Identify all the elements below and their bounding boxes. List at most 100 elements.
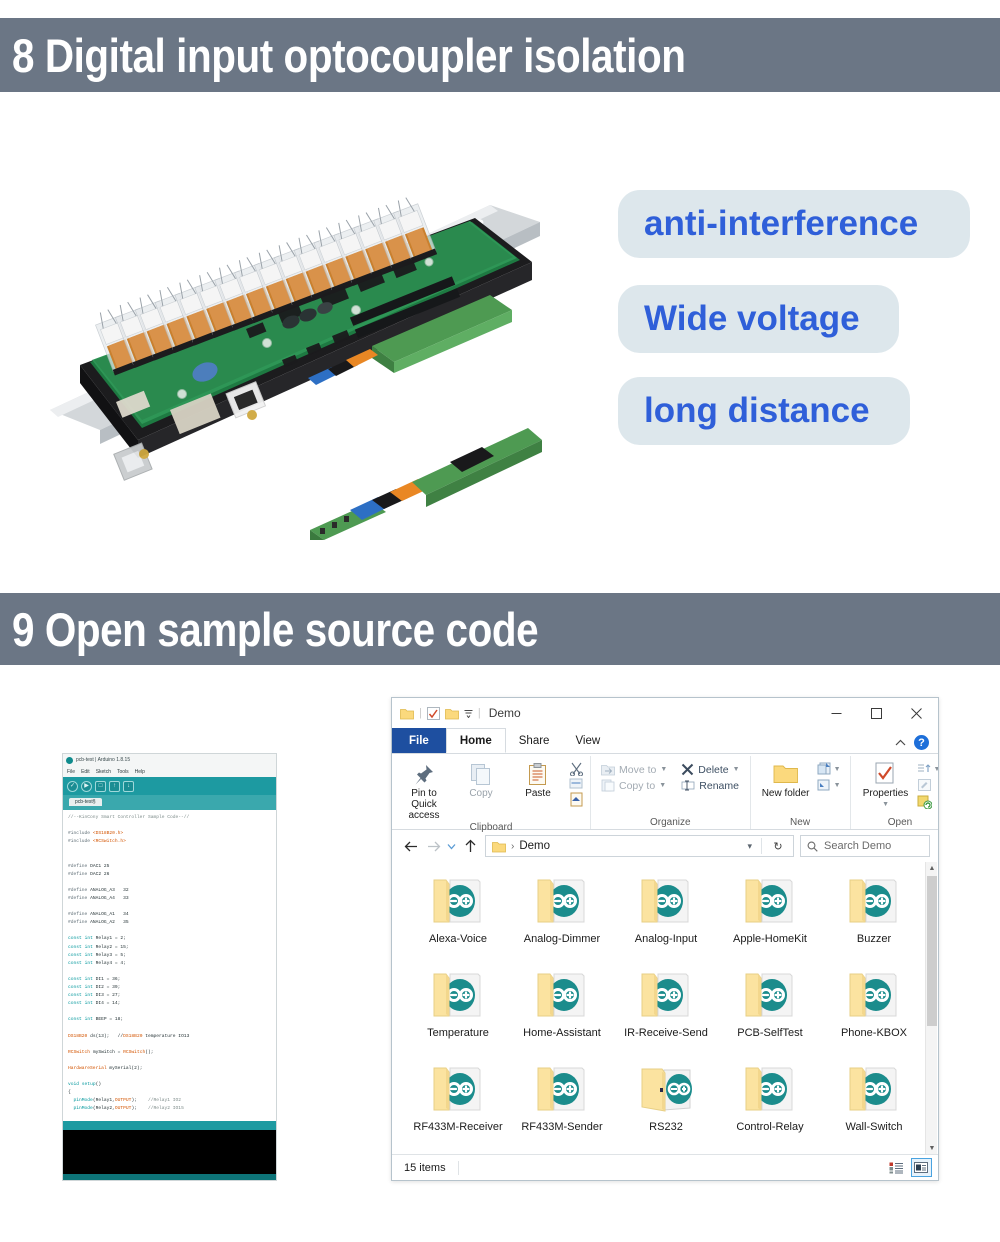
up-arrow-icon[interactable]: [459, 835, 481, 857]
scroll-down-arrow[interactable]: ▼: [926, 1142, 938, 1154]
search-placeholder: Search Demo: [824, 840, 892, 852]
ide-menu-tools[interactable]: Tools: [117, 769, 129, 775]
copy-button[interactable]: Copy: [455, 759, 507, 799]
code-line: #define ANALOG_A4 33: [68, 895, 129, 901]
scrollbar-thumb[interactable]: [927, 876, 937, 1026]
ide-console-output: [63, 1130, 276, 1174]
folder-icon[interactable]: [400, 707, 414, 720]
paste-button[interactable]: Paste: [512, 759, 564, 799]
ide-menu-sketch[interactable]: Sketch: [96, 769, 111, 775]
chevron-down-icon[interactable]: ▼: [659, 782, 666, 789]
easy-access-icon[interactable]: [817, 778, 832, 792]
move-to-button[interactable]: Move to ▼: [601, 763, 667, 776]
folder-item[interactable]: IR-Receive-Send: [614, 970, 718, 1064]
tab-view[interactable]: View: [562, 728, 613, 753]
close-button[interactable]: [896, 699, 936, 727]
code-line: pinMode(Relay1,OUTPUT); //Relay1 IO2: [73, 1098, 182, 1104]
delete-button[interactable]: Delete ▼: [681, 763, 740, 776]
copy-path-icon[interactable]: [569, 778, 584, 790]
ide-sketch-tab[interactable]: pcb-test§: [69, 798, 102, 806]
file-list[interactable]: Alexa-Voice Analog-Dimmer Analog-Input Appl…: [392, 862, 938, 1154]
open-icon[interactable]: ↑: [109, 780, 120, 792]
chevron-down-icon[interactable]: ▼: [834, 782, 841, 789]
new-item-icon[interactable]: [817, 762, 832, 776]
new-folder-button[interactable]: New folder: [760, 759, 812, 799]
code-line: RCSwitch mySwitch = RCSwitch();: [68, 1049, 154, 1055]
breadcrumb-current[interactable]: Demo: [519, 840, 550, 852]
code-line: const int DI3 = 27;: [68, 993, 121, 999]
back-arrow-icon[interactable]: [400, 835, 422, 857]
folder-item-label: Wall-Switch: [845, 1121, 903, 1133]
ide-menu-edit[interactable]: Edit: [81, 769, 90, 775]
chevron-down-icon[interactable]: ▼: [733, 766, 740, 773]
feature-pill-long-distance: long distance: [618, 377, 910, 445]
chevron-down-icon[interactable]: ▼: [834, 766, 841, 773]
folder-item[interactable]: Analog-Dimmer: [510, 876, 614, 970]
chevron-down-icon[interactable]: ▼: [660, 766, 667, 773]
scroll-up-arrow[interactable]: ▲: [926, 862, 938, 874]
rename-button[interactable]: Rename: [681, 779, 739, 792]
verify-icon[interactable]: ✓: [67, 780, 78, 792]
vertical-scrollbar[interactable]: ▲ ▼: [925, 862, 937, 1154]
open-icon[interactable]: [917, 762, 932, 776]
large-icons-view-icon[interactable]: [911, 1158, 932, 1177]
folder-item[interactable]: Buzzer: [822, 876, 926, 970]
folder-item[interactable]: Temperature: [406, 970, 510, 1064]
search-input[interactable]: Search Demo: [800, 835, 930, 857]
folder-item[interactable]: Alexa-Voice: [406, 876, 510, 970]
folder-item[interactable]: Home-Assistant: [510, 970, 614, 1064]
tab-file[interactable]: File: [392, 728, 446, 753]
ide-code-editor[interactable]: //--KinCony Smart Controller Sample Code…: [63, 810, 276, 1121]
recent-locations-icon[interactable]: [444, 835, 459, 857]
move-to-icon: [601, 765, 615, 776]
refresh-icon[interactable]: ↻: [767, 840, 789, 853]
help-icon[interactable]: ?: [914, 735, 929, 750]
ribbon-group-label-organize: Organize: [650, 817, 691, 828]
save-icon[interactable]: ↓: [123, 780, 134, 792]
edit-icon[interactable]: [917, 778, 932, 792]
folder-item[interactable]: Wall-Switch: [822, 1064, 926, 1158]
properties-icon[interactable]: [426, 706, 440, 720]
ide-menu-help[interactable]: Help: [135, 769, 145, 775]
folder-item[interactable]: RS232: [614, 1064, 718, 1158]
ide-menu-file[interactable]: File: [67, 769, 75, 775]
folder-item[interactable]: Control-Relay: [718, 1064, 822, 1158]
window-controls: [816, 699, 936, 727]
maximize-button[interactable]: [856, 699, 896, 727]
folder-item[interactable]: Phone-KBOX: [822, 970, 926, 1064]
chevron-down-icon[interactable]: ▼: [882, 801, 889, 808]
folder-item-label: IR-Receive-Send: [624, 1027, 708, 1039]
section-title-9: 9 Open sample source code: [12, 602, 539, 656]
customize-qat-icon[interactable]: [464, 709, 473, 718]
code-line: #define ANALOG_A2 35: [68, 920, 129, 926]
minimize-button[interactable]: [816, 699, 856, 727]
cut-icon[interactable]: [569, 762, 584, 776]
pin-to-quick-access-button[interactable]: Pin to Quick access: [398, 759, 450, 821]
details-view-icon[interactable]: [886, 1158, 907, 1177]
forward-arrow-icon[interactable]: [422, 835, 444, 857]
folder-item[interactable]: RF433M-Sender: [510, 1064, 614, 1158]
properties-button[interactable]: Properties ▼: [860, 759, 912, 808]
arduino-folder-icon: [641, 973, 689, 1017]
history-icon[interactable]: [917, 794, 932, 809]
folder-item[interactable]: PCB-SelfTest: [718, 970, 822, 1064]
tab-home[interactable]: Home: [445, 728, 506, 753]
breadcrumb[interactable]: › Demo ▾ ↻: [485, 835, 794, 857]
folder-item[interactable]: Analog-Input: [614, 876, 718, 970]
paste-shortcut-icon[interactable]: [569, 792, 584, 807]
chevron-up-icon[interactable]: [895, 739, 906, 747]
copy-to-button[interactable]: Copy to ▼: [601, 779, 667, 792]
upload-icon[interactable]: ▶: [81, 780, 92, 792]
arduino-folder-icon: [745, 973, 793, 1017]
chevron-down-icon[interactable]: ▼: [934, 766, 938, 773]
feature-pill-wide-voltage: Wide voltage: [618, 285, 899, 353]
folder-item[interactable]: Apple-HomeKit: [718, 876, 822, 970]
code-line: const int Relay1 = 2;: [68, 936, 126, 942]
new-icon[interactable]: □: [95, 780, 106, 792]
chevron-down-icon[interactable]: ▾: [747, 841, 756, 852]
new-folder-icon[interactable]: [444, 707, 459, 720]
folder-item[interactable]: RF433M-Receiver: [406, 1064, 510, 1158]
arduino-folder-icon: [433, 1067, 481, 1111]
tab-share[interactable]: Share: [506, 728, 563, 753]
